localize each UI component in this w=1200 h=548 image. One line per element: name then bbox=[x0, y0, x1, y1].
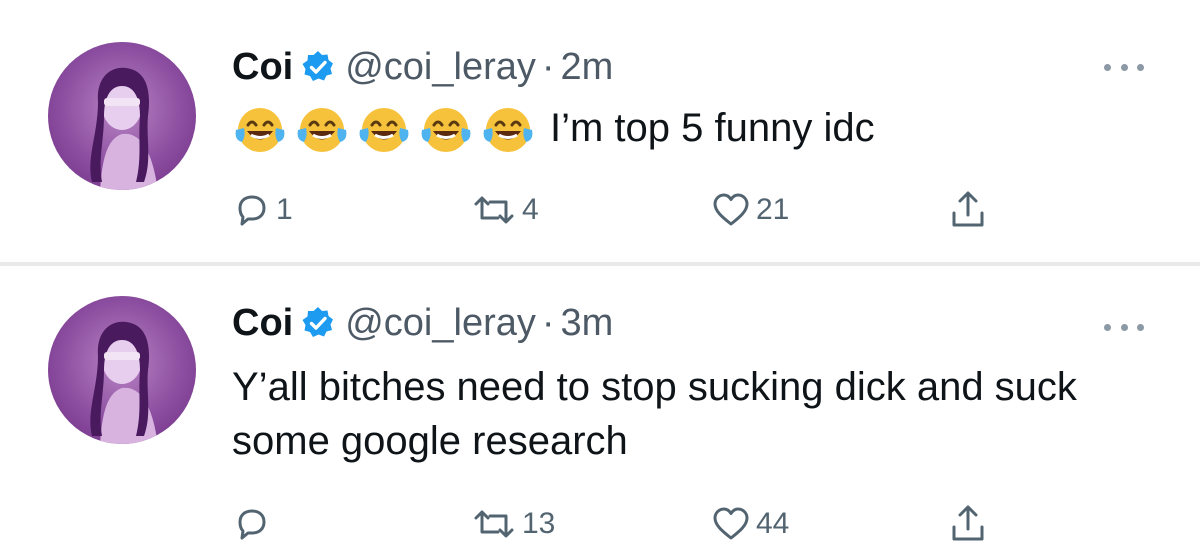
tweet[interactable]: Coi @coi_leray · 2m I’m top 5 funny idc … bbox=[0, 0, 1200, 266]
retweet-count: 4 bbox=[522, 193, 539, 226]
share-button[interactable] bbox=[948, 502, 988, 546]
face-with-tears-of-joy-icon bbox=[356, 100, 412, 156]
display-name[interactable]: Coi bbox=[232, 46, 293, 89]
tweet-text-content: I’m top 5 funny idc bbox=[550, 106, 875, 150]
tweet-header: Coi @coi_leray · 2m bbox=[232, 42, 613, 92]
verified-badge-icon bbox=[301, 306, 335, 340]
reply-icon bbox=[232, 504, 272, 544]
avatar-image bbox=[90, 67, 158, 190]
emoji-group bbox=[232, 100, 536, 156]
retweet-icon bbox=[470, 504, 518, 544]
face-with-tears-of-joy-icon bbox=[418, 100, 474, 156]
retweet-icon bbox=[470, 190, 518, 230]
reply-button[interactable] bbox=[232, 502, 272, 546]
timestamp[interactable]: 3m bbox=[561, 302, 614, 345]
retweet-button[interactable]: 13 bbox=[470, 502, 555, 546]
tweet-text: Y’all bitches need to stop sucking dick … bbox=[232, 365, 1077, 463]
reply-count: 1 bbox=[276, 193, 293, 226]
more-options-icon[interactable] bbox=[1104, 62, 1144, 72]
tweet-actions: 13 44 bbox=[232, 502, 1012, 546]
like-count: 21 bbox=[756, 193, 790, 226]
like-count: 44 bbox=[756, 507, 790, 540]
reply-icon bbox=[232, 190, 272, 230]
like-button[interactable]: 44 bbox=[710, 502, 789, 546]
face-with-tears-of-joy-icon bbox=[294, 100, 350, 156]
separator-dot: · bbox=[541, 301, 555, 344]
verified-badge-icon bbox=[301, 50, 335, 84]
heart-icon bbox=[710, 190, 752, 230]
like-button[interactable]: 21 bbox=[710, 188, 789, 232]
display-name[interactable]: Coi bbox=[232, 302, 293, 345]
reply-button[interactable]: 1 bbox=[232, 188, 293, 232]
more-options-icon[interactable] bbox=[1104, 322, 1144, 332]
avatar-image bbox=[90, 321, 158, 444]
avatar[interactable] bbox=[48, 296, 196, 444]
tweet-header: Coi @coi_leray · 3m bbox=[232, 298, 613, 348]
share-button[interactable] bbox=[948, 188, 988, 232]
tweet[interactable]: Coi @coi_leray · 3m Y’all bitches need t… bbox=[0, 266, 1200, 548]
heart-icon bbox=[710, 504, 752, 544]
face-with-tears-of-joy-icon bbox=[232, 100, 288, 156]
retweet-button[interactable]: 4 bbox=[470, 188, 539, 232]
separator-dot: · bbox=[541, 45, 555, 88]
user-handle[interactable]: @coi_leray bbox=[345, 46, 536, 89]
avatar[interactable] bbox=[48, 42, 196, 190]
tweet-actions: 1 4 21 bbox=[232, 188, 1012, 232]
user-handle[interactable]: @coi_leray bbox=[345, 302, 536, 345]
retweet-count: 13 bbox=[522, 507, 556, 540]
timestamp[interactable]: 2m bbox=[561, 46, 614, 89]
share-icon bbox=[948, 189, 988, 231]
tweet-text: I’m top 5 funny idc bbox=[232, 100, 875, 156]
face-with-tears-of-joy-icon bbox=[480, 100, 536, 156]
share-icon bbox=[948, 503, 988, 545]
